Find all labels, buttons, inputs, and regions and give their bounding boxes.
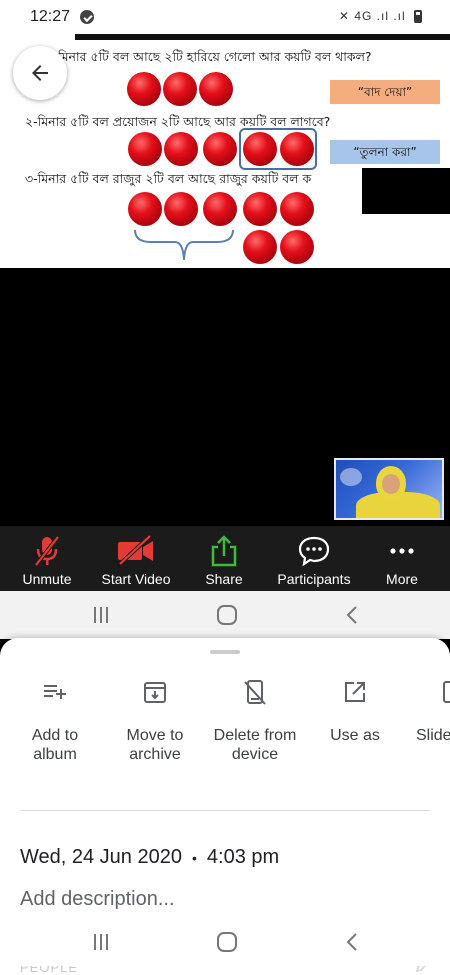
participants-label: Participants: [277, 571, 351, 587]
slide-top-band: [75, 34, 450, 40]
curly-brace-shape: [134, 229, 234, 261]
slide-question-1: মিনার ৫টি বল আছে ২টি হারিয়ে গেলো আর কয়…: [58, 49, 372, 64]
slide-tag-compare: “তুলনা করা”: [330, 140, 440, 164]
ball: [127, 72, 161, 106]
delete-from-device-icon: [244, 680, 266, 705]
ball: [203, 192, 237, 226]
sheet-divider: [20, 810, 430, 811]
delete-from-device-action[interactable]: Delete from device: [210, 678, 300, 764]
system-status-icons: ✕ 4G .ıl .ıl: [338, 9, 422, 24]
mic-muted-icon: [34, 535, 60, 567]
start-video-button[interactable]: Start Video: [92, 526, 180, 591]
delete-from-device-label: Delete from device: [213, 727, 297, 763]
background-light: [340, 468, 362, 486]
slideshow-icon: [443, 681, 450, 703]
unmute-button[interactable]: Unmute: [8, 526, 86, 591]
sheet-drag-handle[interactable]: [210, 650, 240, 654]
ball: [164, 192, 198, 226]
slideshow-label: Slide: [416, 727, 450, 744]
messenger-notification-icon: [80, 10, 94, 24]
recent-apps-icon[interactable]: [86, 603, 116, 627]
slide-tag-subtract: “বাদ দেয়া”: [330, 80, 440, 104]
slide-redaction-block: [362, 168, 450, 214]
slideshow-action[interactable]: Slide: [396, 678, 450, 745]
photo-time: 4:03 pm: [206, 846, 280, 868]
back-button[interactable]: [13, 46, 67, 100]
ball: [164, 132, 198, 166]
recent-apps-icon[interactable]: [86, 930, 116, 954]
screen: 12:27 ✕ 4G .ıl .ıl মিনার ৫টি বল আছে ২টি …: [0, 0, 450, 975]
ball: [280, 192, 314, 226]
ball: [203, 132, 237, 166]
share-label: Share: [205, 571, 243, 587]
person-face: [382, 474, 400, 494]
add-to-album-action[interactable]: Add to album: [10, 678, 100, 764]
open-in-new-icon: [345, 682, 365, 702]
ball: [163, 72, 197, 106]
home-icon[interactable]: [212, 603, 242, 627]
system-nav-bar: [0, 591, 450, 639]
arrow-back-icon: [32, 65, 48, 81]
ball: [280, 230, 314, 264]
system-nav-bar-bottom: [0, 918, 450, 966]
share-button[interactable]: Share: [192, 526, 256, 591]
ball: [243, 230, 277, 264]
unmute-label: Unmute: [22, 571, 72, 587]
status-bar: 12:27 ✕ 4G .ıl .ıl: [0, 0, 450, 34]
video-off-icon: [118, 534, 153, 566]
balls-highlight-box: [239, 128, 317, 170]
more-dots-icon: [390, 548, 414, 554]
shared-slide: মিনার ৫টি বল আছে ২টি হারিয়ে গেলো আর কয়…: [0, 34, 450, 268]
battery-icon: [414, 10, 422, 24]
start-video-label: Start Video: [101, 571, 171, 587]
slide-question-3: ৩-মিনার ৫টি বল রাজুর ২টি বল আছে রাজুর কয…: [25, 171, 312, 186]
self-video-thumbnail[interactable]: [334, 458, 444, 520]
use-as-label: Use as: [330, 727, 380, 744]
status-time: 12:27: [30, 8, 71, 25]
photo-date: Wed, 24 Jun 2020: [20, 846, 182, 868]
signal-text: 4G .ıl .ıl: [354, 9, 406, 23]
move-to-archive-action[interactable]: Move to archive: [110, 678, 200, 764]
separator-dot: •: [191, 849, 197, 866]
meeting-toolbar: Unmute Start Video Share Participants Mo…: [0, 526, 450, 591]
photo-datetime: Wed, 24 Jun 2020 • 4:03 pm: [20, 846, 279, 869]
ball: [199, 72, 233, 106]
share-icon: [211, 535, 237, 567]
more-button[interactable]: More: [372, 526, 432, 591]
move-to-archive-label: Move to archive: [126, 727, 184, 763]
mute-icon: ✕: [338, 9, 350, 23]
use-as-action[interactable]: Use as: [310, 678, 400, 745]
more-label: More: [386, 571, 418, 587]
home-icon[interactable]: [212, 930, 242, 954]
chat-bubble-icon: [298, 536, 330, 567]
ball: [243, 192, 277, 226]
archive-icon: [144, 682, 166, 703]
add-to-album-label: Add to album: [31, 727, 79, 763]
nav-back-icon[interactable]: [338, 930, 368, 954]
ball: [128, 192, 162, 226]
participants-button[interactable]: Participants: [268, 526, 360, 591]
playlist-add-icon: [44, 685, 66, 699]
add-description-field[interactable]: Add description...: [20, 888, 175, 911]
nav-back-icon[interactable]: [338, 603, 368, 627]
ball: [128, 132, 162, 166]
